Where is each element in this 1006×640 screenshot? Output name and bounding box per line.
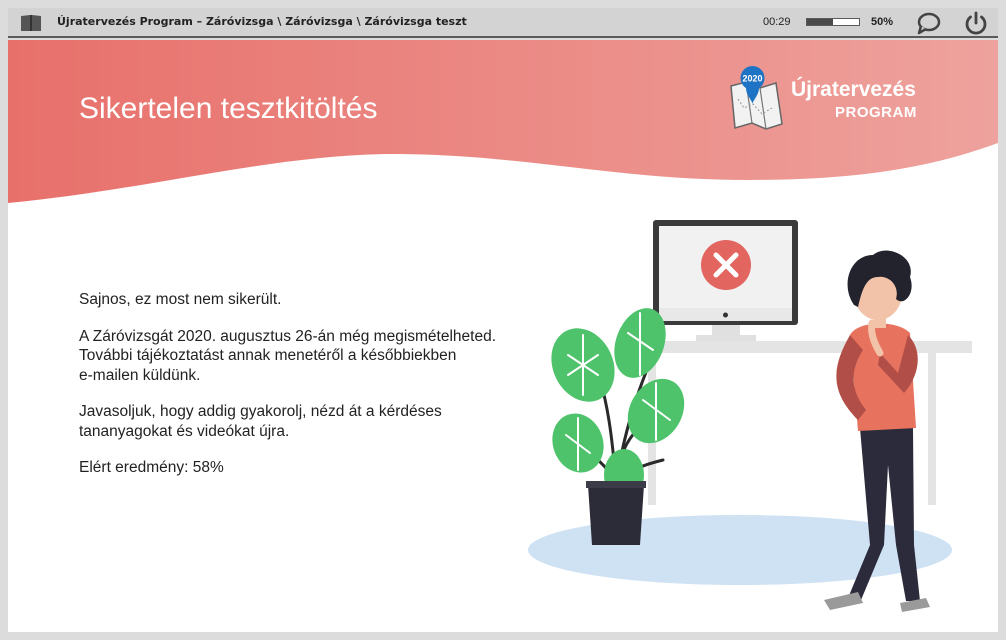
plant-pot bbox=[588, 485, 644, 545]
book-icon[interactable] bbox=[19, 13, 43, 33]
advice-paragraph: Javasoljuk, hogy addig gyakorolj, nézd á… bbox=[79, 402, 519, 441]
logo-wordmark: Újratervezés bbox=[791, 78, 916, 101]
chat-bubble-icon[interactable] bbox=[916, 11, 942, 35]
retry-line-3: e-mailen küldünk. bbox=[79, 366, 201, 384]
timer: 00:29 bbox=[763, 16, 791, 28]
advice-line-2: tananyagokat és videókat újra. bbox=[79, 422, 290, 440]
desk-leg bbox=[928, 353, 936, 505]
failure-line: Sajnos, ez most nem sikerült. bbox=[79, 291, 282, 308]
retry-line-1: A Záróvizsgát 2020. augusztus 26-án még … bbox=[79, 327, 497, 345]
failure-illustration bbox=[528, 220, 972, 612]
desk-top bbox=[628, 341, 972, 353]
result-message: Sajnos, ez most nem sikerült. A Záróvizs… bbox=[79, 290, 519, 495]
plant bbox=[551, 308, 685, 501]
power-icon[interactable] bbox=[963, 10, 989, 36]
monitor-stand bbox=[712, 325, 740, 335]
page-title: Sikertelen tesztkitöltés bbox=[79, 92, 378, 125]
breadcrumb: Újratervezés Program – Záróvizsga \ Záró… bbox=[57, 15, 467, 28]
advice-line-1: Javasoljuk, hogy addig gyakorolj, nézd á… bbox=[79, 403, 442, 420]
retry-paragraph: A Záróvizsgát 2020. augusztus 26-án még … bbox=[79, 327, 519, 386]
logo-pin-year: 2020 bbox=[742, 74, 762, 84]
progress-bar-fill bbox=[807, 19, 833, 25]
retry-line-2: További tájékoztatást annak menetéről a … bbox=[79, 347, 457, 364]
top-bar: Újratervezés Program – Záróvizsga \ Záró… bbox=[8, 8, 998, 38]
progress-percent: 50% bbox=[871, 16, 894, 28]
logo-subtitle: PROGRAM bbox=[835, 104, 917, 121]
map-pin-icon: 2020 bbox=[730, 66, 783, 130]
progress-bar bbox=[806, 18, 860, 26]
program-logo: 2020 Újratervezés PROGRAM bbox=[726, 64, 936, 134]
monitor-base bbox=[696, 335, 756, 341]
result-score: Elért eredmény: 58% bbox=[79, 459, 224, 476]
content-panel: Sikertelen tesztkitöltés 2020 Újratervez… bbox=[8, 40, 998, 632]
